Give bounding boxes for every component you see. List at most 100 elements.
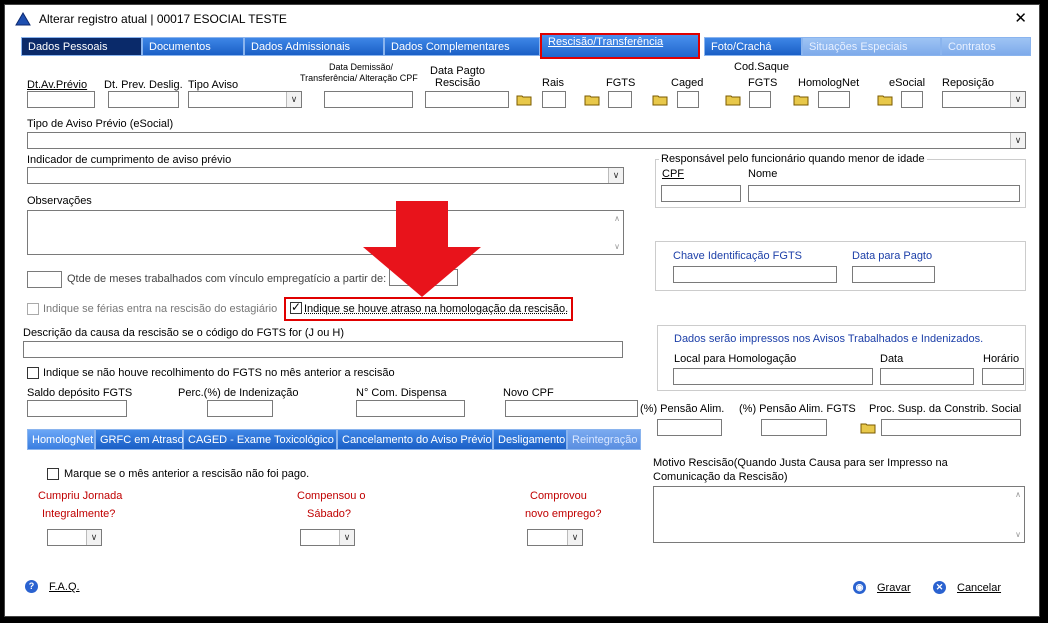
tab-label: Contratos: [948, 41, 996, 53]
data-pagto-fgts-label: Data para Pagto: [852, 250, 933, 262]
reposicao-select[interactable]: ∨: [942, 91, 1026, 108]
scroll-up-icon[interactable]: ∧: [1015, 490, 1021, 499]
cpf-input[interactable]: [661, 185, 741, 202]
novo-cpf-label: Novo CPF: [503, 387, 554, 399]
comprovou-emprego-select[interactable]: ∨: [527, 529, 583, 546]
saldo-fgts-label: Saldo depósito FGTS: [27, 387, 133, 399]
tab-rescisao-transferencia[interactable]: Rescisão/Transferência: [540, 33, 700, 59]
local-homologacao-input[interactable]: [673, 368, 873, 385]
scroll-down-icon[interactable]: ∨: [614, 242, 620, 251]
indicador-cumprimento-label: Indicador de cumprimento de aviso prévio: [27, 154, 232, 166]
qtde-meses-input[interactable]: [27, 271, 62, 288]
close-icon[interactable]: ✕: [1014, 9, 1027, 27]
tipo-aviso-esocial-select[interactable]: ∨: [27, 132, 1026, 149]
qtde-meses-label: Qtde de meses trabalhados com vínculo em…: [67, 273, 387, 285]
tipo-aviso-select[interactable]: ∨: [188, 91, 302, 108]
tab-cancelamento-aviso[interactable]: Cancelamento do Aviso Prévio: [337, 429, 493, 450]
pensao-alim-fgts-input[interactable]: [761, 419, 827, 436]
faq-link[interactable]: ? F.A.Q.: [25, 579, 95, 595]
rais-input[interactable]: [542, 91, 566, 108]
horario-input[interactable]: [982, 368, 1024, 385]
chevron-down-icon: ∨: [86, 530, 101, 545]
data-demissao-input[interactable]: [324, 91, 413, 108]
n-com-dispensa-input[interactable]: [356, 400, 465, 417]
fgts-label: FGTS: [606, 77, 636, 89]
folder-icon[interactable]: [725, 93, 741, 106]
ferias-estagiario-checkbox[interactable]: [27, 303, 39, 315]
tab-contratos[interactable]: Contratos: [941, 37, 1031, 56]
folder-icon[interactable]: [793, 93, 809, 106]
compensou-sabado-select[interactable]: ∨: [300, 529, 355, 546]
folder-icon[interactable]: [584, 93, 600, 106]
proc-susp-input[interactable]: [881, 419, 1021, 436]
window-title: Alterar registro atual | 00017 ESOCIAL T…: [39, 12, 287, 26]
scroll-up-icon[interactable]: ∧: [614, 214, 620, 223]
tab-desligamento[interactable]: Desligamento: [493, 429, 567, 450]
esocial-input[interactable]: [901, 91, 923, 108]
tab-documentos[interactable]: Documentos: [142, 37, 244, 56]
cod-saque-input[interactable]: [749, 91, 771, 108]
descricao-causa-input[interactable]: [23, 341, 623, 358]
motivo-rescisao-label-2: Comunicação da Rescisão): [653, 471, 788, 483]
folder-icon[interactable]: [652, 93, 668, 106]
folder-icon[interactable]: [877, 93, 893, 106]
tab-caged-exame[interactable]: CAGED - Exame Toxicológico: [183, 429, 337, 450]
comprovou-emprego-label: Comprovou: [530, 490, 587, 502]
nome-input[interactable]: [748, 185, 1020, 202]
cancelar-button[interactable]: ✕ Cancelar: [933, 581, 1005, 597]
cumpriu-jornada-select[interactable]: ∨: [47, 529, 102, 546]
tab-dados-admissionais[interactable]: Dados Admissionais: [244, 37, 384, 56]
tab-label: Dados Admissionais: [251, 41, 351, 53]
tab-foto-cracha[interactable]: Foto/Crachá: [704, 37, 802, 56]
tab-reintegracao[interactable]: Reintegração: [567, 429, 641, 450]
data-input[interactable]: [880, 368, 974, 385]
tab-label: HomologNet: [32, 434, 94, 446]
cumpriu-jornada-label-2: Integralmente?: [42, 508, 116, 520]
tab-label: CAGED - Exame Toxicológico: [188, 434, 334, 446]
data-pagto-input[interactable]: [425, 91, 509, 108]
compensou-sabado-label-2: Sábado?: [307, 508, 352, 520]
pensao-alim-fgts-label: (%) Pensão Alim. FGTS: [739, 403, 856, 415]
gravar-button[interactable]: ◉ Gravar: [853, 581, 915, 597]
dt-prev-deslig-input[interactable]: [108, 91, 179, 108]
responsavel-menor-group: Responsável pelo funcionário quando meno…: [655, 153, 1026, 208]
nao-recolhimento-label: Indique se não houve recolhimento do FGT…: [43, 367, 395, 379]
cpf-label: CPF: [662, 168, 684, 180]
esocial-label: eSocial: [889, 77, 926, 89]
dt-av-previo-label: Dt.Av.Prévio: [27, 79, 88, 91]
observacoes-textarea[interactable]: ∧ ∨: [27, 210, 624, 255]
cod-saque-label: Cod.Saque: [734, 61, 790, 73]
dt-av-previo-input[interactable]: [27, 91, 95, 108]
tab-label: Desligamento: [498, 434, 566, 446]
tab-dados-complementares[interactable]: Dados Complementares: [384, 37, 540, 56]
mes-anterior-checkbox[interactable]: [47, 468, 59, 480]
homolognet-input[interactable]: [818, 91, 850, 108]
perc-indenizacao-input[interactable]: [207, 400, 273, 417]
novo-cpf-input[interactable]: [505, 400, 638, 417]
caged-input[interactable]: [677, 91, 699, 108]
chevron-down-icon: ∨: [567, 530, 582, 545]
fgts-input[interactable]: [608, 91, 632, 108]
indicador-cumprimento-select[interactable]: ∨: [27, 167, 624, 184]
cumpriu-jornada-label: Cumpriu Jornada: [38, 490, 123, 502]
local-homologacao-label: Local para Homologação: [674, 353, 797, 365]
tab-grfc-atraso[interactable]: GRFC em Atraso: [95, 429, 184, 450]
data-pagto-fgts-input[interactable]: [852, 266, 935, 283]
tab-label: Documentos: [149, 41, 211, 53]
tab-dados-pessoais[interactable]: Dados Pessoais: [21, 37, 142, 56]
tab-situacoes-especiais[interactable]: Situações Especiais: [802, 37, 941, 56]
saldo-fgts-input[interactable]: [27, 400, 127, 417]
atraso-homologacao-checkbox[interactable]: ✓: [290, 300, 302, 314]
tab-homolognet[interactable]: HomologNet: [27, 429, 95, 450]
pensao-alim-label: (%) Pensão Alim.: [640, 403, 725, 415]
descricao-causa-label: Descrição da causa da rescisão se o códi…: [23, 327, 344, 339]
cod-saque-label-2: FGTS: [748, 77, 778, 89]
motivo-rescisao-textarea[interactable]: ∧ ∨: [653, 486, 1025, 543]
pensao-alim-input[interactable]: [657, 419, 722, 436]
tab-label: Dados Complementares: [391, 41, 510, 53]
folder-icon[interactable]: [860, 421, 876, 434]
chave-fgts-input[interactable]: [673, 266, 837, 283]
folder-icon[interactable]: [516, 93, 532, 106]
scroll-down-icon[interactable]: ∨: [1015, 530, 1021, 539]
nao-recolhimento-checkbox[interactable]: [27, 367, 39, 379]
